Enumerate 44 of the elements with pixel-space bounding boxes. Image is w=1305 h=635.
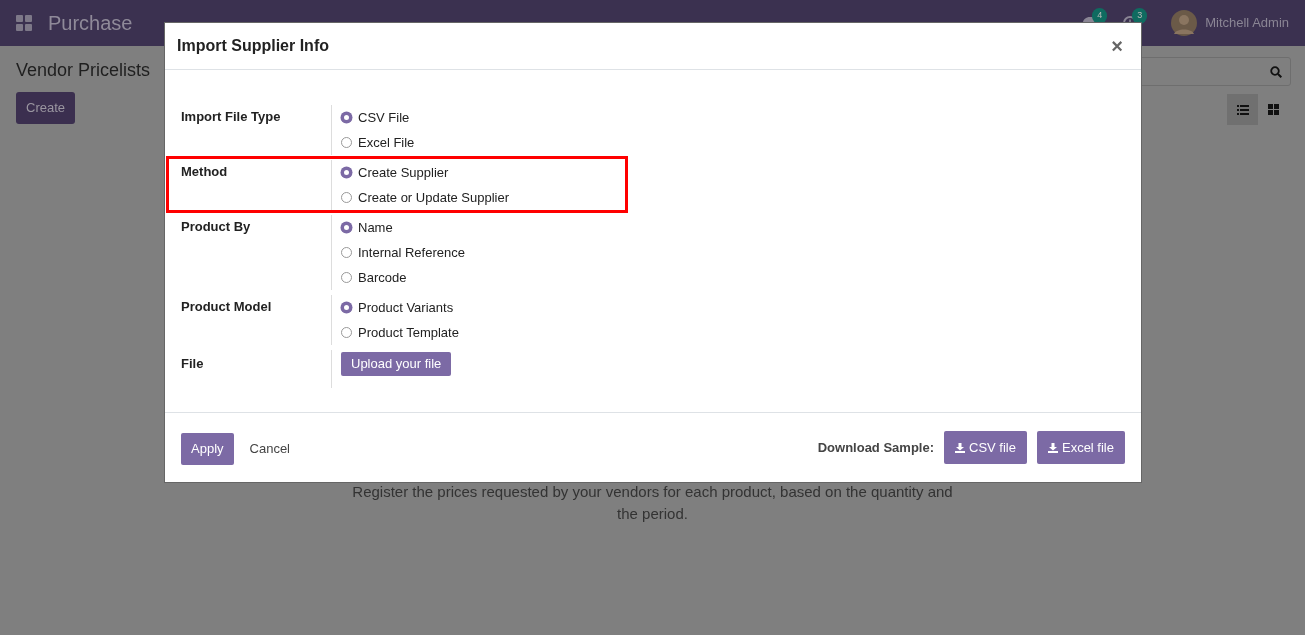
option-label[interactable]: Name (358, 217, 393, 238)
radio-button[interactable] (341, 302, 352, 313)
radio-button[interactable] (341, 272, 352, 283)
cancel-button[interactable]: Cancel (241, 438, 298, 460)
notification-badge: 3 (1132, 8, 1148, 24)
option-label[interactable]: Create or Update Supplier (358, 187, 510, 208)
list-view-button[interactable] (1227, 94, 1258, 125)
dialog-title: Import Supplier Info (177, 36, 329, 56)
download-button[interactable]: Excel file (1036, 430, 1125, 465)
option-label[interactable]: Create Supplier (358, 162, 449, 183)
option-label[interactable]: Excel File (358, 132, 415, 153)
field-label: Import File Type (181, 108, 282, 126)
close-button[interactable]: × (1105, 35, 1129, 57)
field-label: Product By (181, 218, 252, 236)
grid-icon (1268, 104, 1279, 115)
option-label[interactable]: Product Variants (358, 297, 454, 318)
app-name: Purchase (48, 11, 133, 36)
option-label[interactable]: CSV File (358, 107, 410, 128)
radio-button[interactable] (341, 192, 352, 203)
apply-button[interactable]: Apply (181, 433, 234, 465)
option-label[interactable]: Barcode (358, 267, 407, 288)
search-icon (1270, 65, 1282, 78)
download-icon (955, 442, 965, 453)
option-label[interactable]: Product Template (358, 322, 459, 343)
radio-button[interactable] (341, 222, 352, 233)
field-label: Product Model (181, 298, 273, 316)
field-label: Method (181, 163, 229, 181)
radio-button[interactable] (341, 137, 352, 148)
apps-menu-icon[interactable] (16, 15, 32, 31)
download-icon (1047, 442, 1058, 453)
help-text: Register the prices requested by your vendors for each product, based on the quantity and the period. (351, 482, 954, 524)
radio-button[interactable] (341, 112, 352, 123)
list-icon (1236, 104, 1249, 115)
radio-button[interactable] (341, 247, 352, 258)
avatar-icon[interactable] (1171, 10, 1198, 36)
create-button[interactable]: Create (16, 92, 76, 124)
field-label: File (181, 355, 205, 373)
page-title: Vendor Pricelists (16, 59, 151, 82)
download-button[interactable]: CSV file (944, 430, 1027, 465)
option-label[interactable]: Internal Reference (358, 242, 465, 263)
upload-button[interactable]: Upload your file (341, 352, 452, 376)
radio-button[interactable] (341, 327, 352, 338)
sample-label: Download Sample: (817, 438, 934, 457)
radio-button[interactable] (341, 167, 352, 178)
